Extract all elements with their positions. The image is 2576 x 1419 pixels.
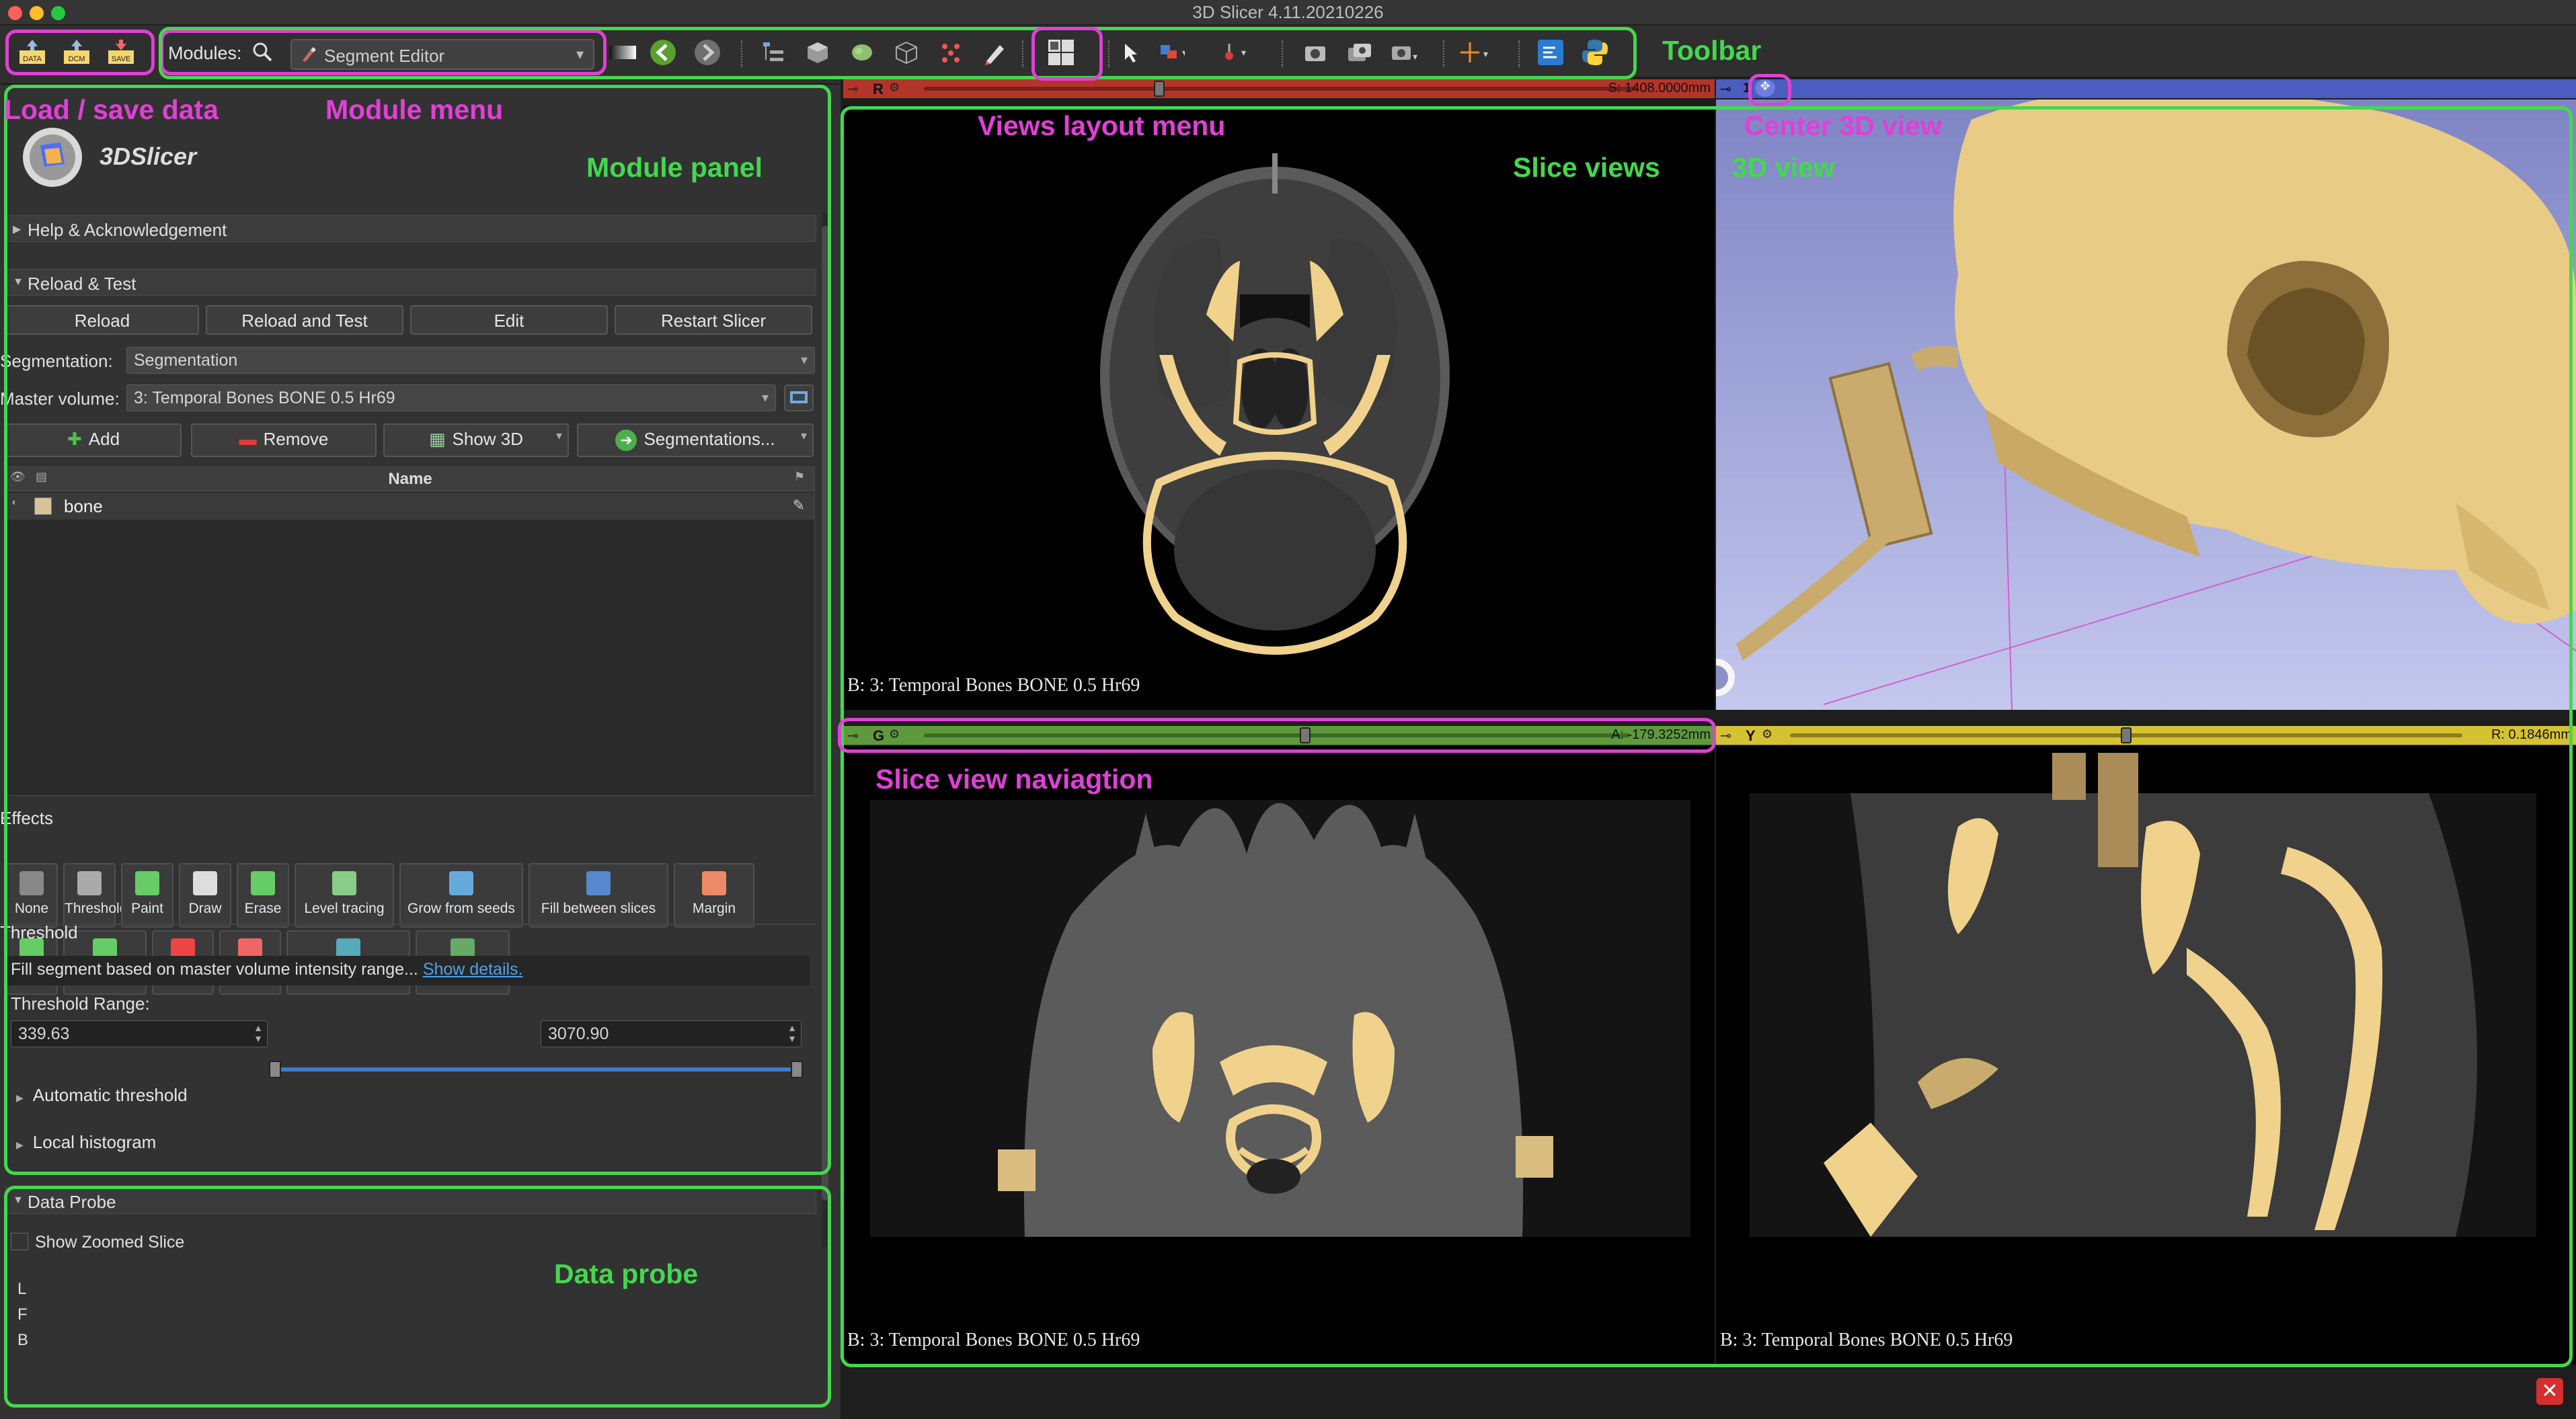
red-slice-offset-value: S: 1408.0000mm [1608,81,1711,95]
module-panel-outline [4,85,831,1175]
annotation-slice-views: Slice views [1513,152,1660,183]
annotation-data-probe: Data probe [554,1258,699,1289]
3d-view-controller: ⊸ 1 ✥ [1716,79,2576,98]
red-slice-offset-track[interactable] [924,87,1637,91]
window-title: 3D Slicer 4.11.20210226 [1192,2,1384,22]
red-slice-letter: R [873,81,884,97]
red-slice-controller: ⊸ R ⚙ S: 1408.0000mm [843,79,1715,98]
load-save-highlight [5,30,155,75]
annotation-center-3d: Center 3D view [1744,110,1942,141]
data-probe-outline [4,1186,831,1408]
annotation-slice-nav: Slice view naviagtion [875,764,1153,795]
error-log-icon[interactable]: ✕ [2536,1378,2563,1405]
annotation-module-panel: Module panel [586,152,763,183]
annotation-3d-view: 3D view [1732,152,1835,183]
slice-nav-highlight [838,718,1716,753]
annotation-toolbar: Toolbar [1662,35,1762,66]
slicer-app: 3D Slicer 4.11.20210226 DATA DCM SAVE Mo… [0,0,2576,1419]
toolbar-region-outline [159,27,1637,79]
annotation-views-layout: Views layout menu [978,110,1226,141]
center-3d-highlight [1748,74,1791,106]
annotation-load-save: Load / save data [4,94,219,125]
pin-icon[interactable]: ⊸ [847,81,859,97]
link-icon[interactable]: ⚙ [889,81,900,95]
annotation-module-menu: Module menu [325,94,504,125]
title-bar: 3D Slicer 4.11.20210226 [0,0,2576,26]
red-slice-offset-handle[interactable] [1153,81,1165,97]
views-layout-highlight [1031,27,1103,81]
pin-icon[interactable]: ⊸ [1720,81,1731,97]
